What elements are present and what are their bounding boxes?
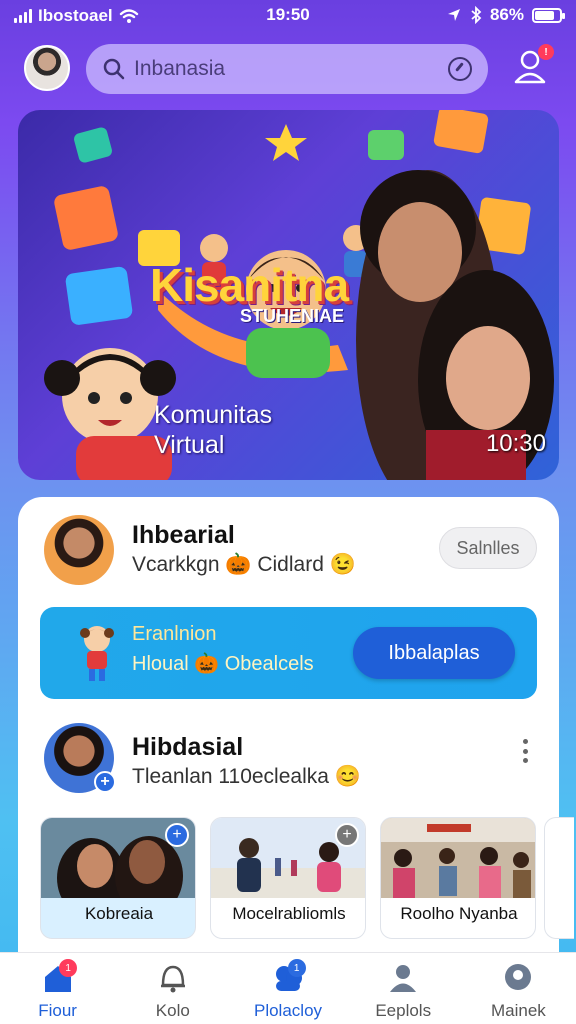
feed-card: Ihbearial Vcarkkgn 🎃 Cidlard 😉 Salnlles … xyxy=(18,497,574,967)
video-duration: 10:30 xyxy=(485,430,546,457)
nav-label: Fiour xyxy=(38,1001,77,1020)
thumbnail-image xyxy=(381,818,535,898)
add-friend-icon[interactable]: + xyxy=(94,771,116,793)
nav-item-notifications[interactable]: Kolo xyxy=(115,953,230,1024)
hero-subtitle: STUHENIAE xyxy=(240,306,345,326)
nav-item-community[interactable]: 1 Plolacloy xyxy=(230,953,345,1024)
nav-label: Mainek xyxy=(491,1001,546,1020)
location-arrow-icon xyxy=(447,9,460,21)
battery-percent: 86% xyxy=(489,5,524,24)
notification-badge: 1 xyxy=(59,959,78,977)
thumbnail-card[interactable]: Roolho Nyanba xyxy=(380,817,536,939)
add-icon[interactable]: + xyxy=(335,823,359,847)
bluetooth-icon xyxy=(471,6,482,24)
user-avatar[interactable] xyxy=(24,45,70,91)
thumbnail-card[interactable]: + Kobreaia xyxy=(40,817,196,939)
hero-title: Kisanitna xyxy=(150,259,349,311)
nav-item-home[interactable]: 1 Fiour xyxy=(0,953,115,1024)
nav-item-location[interactable]: Mainek xyxy=(461,953,576,1024)
status-bar: Ibostoael 19:50 86% xyxy=(0,0,576,32)
nav-label: Plolacloy xyxy=(253,1001,323,1020)
bell-icon xyxy=(160,965,185,993)
thumbnail-label: Roolho Nyanba xyxy=(400,904,518,923)
promo-action-button[interactable]: Ibbalaplas xyxy=(353,627,515,679)
battery-fill xyxy=(535,10,554,20)
promo-subtitle: Hloual 🎃 Obealcels xyxy=(132,653,314,675)
cartoon-character-icon xyxy=(80,626,114,681)
bottom-navigation: 1 Fiour Kolo 1 Plolacloy Eeplols Mainek xyxy=(0,952,576,1024)
thumbnail-card[interactable]: + Mocelrabliomls xyxy=(210,817,366,939)
feed-item-name[interactable]: Hibdasial xyxy=(132,733,243,762)
location-icon xyxy=(505,964,532,990)
nav-label: Eeplols xyxy=(375,1001,432,1020)
profile-notifications-button[interactable]: ! xyxy=(512,44,554,86)
search-icon xyxy=(103,58,125,80)
search-input[interactable] xyxy=(134,57,448,81)
thumbnail-label: Mocelrabliomls xyxy=(232,904,346,923)
profile-icon xyxy=(390,965,417,992)
nav-label: Kolo xyxy=(155,1001,190,1020)
more-thumbnails-peek[interactable] xyxy=(544,817,574,939)
feed-item-name[interactable]: Ihbearial xyxy=(132,521,235,550)
promo-title: Eranlnion xyxy=(132,623,217,645)
thumbnail-label: Kobreaia xyxy=(84,904,154,923)
feed-item-subtitle: Tleanlan 110eclealka 😊 xyxy=(132,765,361,788)
follow-button[interactable]: Salnlles xyxy=(439,527,537,569)
top-bar: ! xyxy=(0,40,576,98)
battery-icon xyxy=(532,7,565,23)
feed-item[interactable]: + Hibdasial Tleanlan 110eclealka 😊 xyxy=(18,715,559,815)
avatar[interactable] xyxy=(44,515,114,585)
status-right: 86% xyxy=(446,5,565,25)
compass-icon[interactable] xyxy=(448,57,472,81)
notification-badge: 1 xyxy=(287,959,306,977)
more-options-icon[interactable] xyxy=(523,739,529,763)
feed-item[interactable]: Ihbearial Vcarkkgn 🎃 Cidlard 😉 Salnlles xyxy=(18,497,559,597)
promo-banner[interactable]: Eranlnion Hloual 🎃 Obealcels Ibbalaplas xyxy=(40,607,537,699)
nav-item-profile[interactable]: Eeplols xyxy=(346,953,461,1024)
search-bar[interactable] xyxy=(86,44,488,94)
hero-caption: Komunitas Virtual xyxy=(154,401,273,459)
thumbnail-strip: + Kobreaia + Mocelrabliomls Roolho Nyanb… xyxy=(40,817,574,941)
notification-dot: ! xyxy=(538,44,554,60)
add-icon[interactable]: + xyxy=(165,823,189,847)
feed-item-subtitle: Vcarkkgn 🎃 Cidlard 😉 xyxy=(132,553,356,576)
